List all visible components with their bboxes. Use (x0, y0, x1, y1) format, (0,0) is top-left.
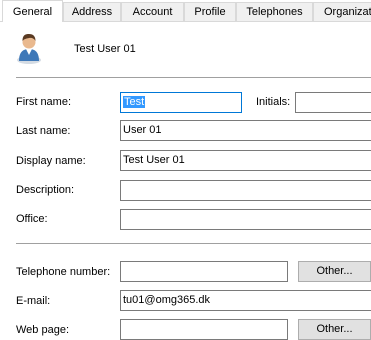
telephone-field[interactable] (120, 261, 288, 282)
description-label: Description: (16, 184, 75, 196)
telephone-other-button[interactable]: Other... (298, 261, 371, 282)
first-name-value: Test (123, 96, 146, 108)
initials-field[interactable] (295, 92, 371, 113)
telephone-label: Telephone number: (16, 266, 111, 278)
description-field[interactable] (120, 180, 371, 201)
email-field[interactable]: tu01@omg365.dk (120, 290, 371, 311)
last-name-field[interactable]: User 01 (120, 120, 371, 141)
divider (16, 243, 371, 245)
user-display-name: Test User 01 (74, 43, 136, 55)
email-label: E-mail: (16, 295, 51, 307)
tab-account[interactable]: Account (121, 2, 184, 21)
tab-strip: General Address Account Profile Telephon… (0, 0, 371, 22)
web-page-field[interactable] (120, 319, 288, 340)
tab-general[interactable]: General (2, 0, 63, 22)
web-page-other-button[interactable]: Other... (298, 319, 371, 340)
tab-address[interactable]: Address (63, 2, 121, 21)
display-name-label: Display name: (16, 155, 86, 167)
initials-label: Initials: (256, 96, 291, 108)
user-avatar-icon (17, 34, 41, 64)
tab-telephones[interactable]: Telephones (236, 2, 313, 21)
tab-organization[interactable]: Organizati (313, 2, 371, 21)
office-label: Office: (16, 213, 48, 225)
last-name-label: Last name: (16, 125, 71, 137)
display-name-field[interactable]: Test User 01 (120, 150, 371, 171)
web-page-label: Web page: (16, 324, 70, 336)
office-field[interactable] (120, 209, 371, 230)
divider (16, 77, 371, 79)
first-name-field[interactable]: Test (120, 92, 242, 113)
tab-profile[interactable]: Profile (184, 2, 236, 21)
first-name-label: First name: (16, 96, 72, 108)
